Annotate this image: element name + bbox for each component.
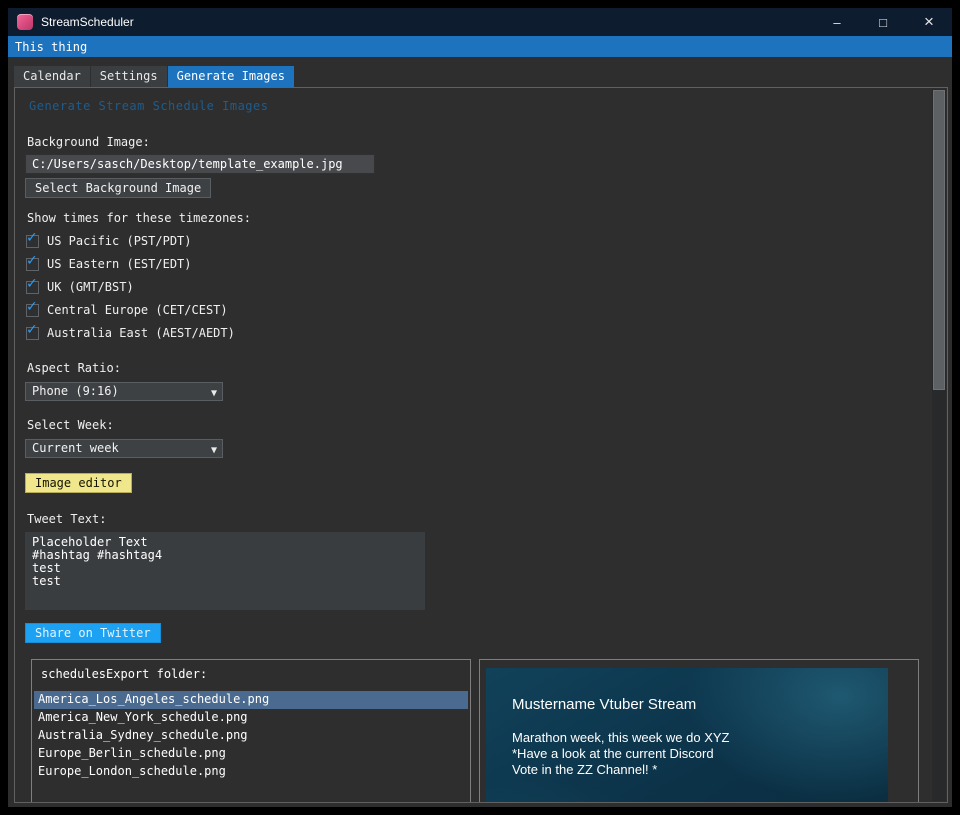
export-folder-label: schedulesExport folder: — [41, 667, 207, 681]
tab-settings[interactable]: Settings — [91, 66, 167, 87]
timezone-option-central-europe[interactable]: ✓ Central Europe (CET/CEST) — [26, 302, 228, 318]
generate-images-panel: Generate Stream Schedule Images Backgrou… — [14, 87, 948, 803]
schedule-preview-image: Mustername Vtuber Stream Marathon week, … — [486, 668, 888, 803]
checkbox-uk[interactable]: ✓ — [26, 281, 39, 294]
tweet-text-label: Tweet Text: — [27, 512, 106, 526]
preview-line: *Have a look at the current Discord — [512, 746, 714, 761]
screenshot-stage: StreamScheduler – □ × This thing Calenda… — [0, 0, 960, 815]
aspect-ratio-label: Aspect Ratio: — [27, 361, 121, 375]
check-icon: ✓ — [26, 299, 38, 315]
app-window: StreamScheduler – □ × This thing Calenda… — [8, 8, 952, 807]
tweet-text-textarea[interactable]: Placeholder Text #hashtag #hashtag4 test… — [25, 532, 425, 610]
minimize-icon: – — [833, 15, 840, 30]
timezone-option-uk[interactable]: ✓ UK (GMT/BST) — [26, 279, 134, 295]
check-icon: ✓ — [26, 276, 38, 292]
aspect-ratio-select[interactable]: Phone (9:16) ▼ — [25, 382, 223, 401]
menu-bar: This thing — [8, 36, 952, 57]
week-select[interactable]: Current week ▼ — [25, 439, 223, 458]
section-heading: Generate Stream Schedule Images — [29, 99, 268, 113]
maximize-button[interactable]: □ — [860, 8, 906, 36]
window-controls: – □ × — [814, 8, 952, 36]
window-title: StreamScheduler — [41, 15, 134, 29]
check-icon: ✓ — [26, 230, 38, 246]
checkbox-label: Australia East (AEST/AEDT) — [47, 326, 235, 340]
tab-bar: Calendar Settings Generate Images — [8, 57, 952, 87]
file-list-item[interactable]: Australia_Sydney_schedule.png — [34, 727, 468, 745]
chevron-down-icon: ▼ — [211, 442, 217, 459]
vertical-scrollbar[interactable] — [932, 89, 946, 801]
preview-line: Marathon week, this week we do XYZ — [512, 730, 730, 745]
app-icon — [17, 14, 33, 30]
timezone-option-us-pacific[interactable]: ✓ US Pacific (PST/PDT) — [26, 233, 192, 249]
timezones-label: Show times for these timezones: — [27, 211, 251, 225]
checkbox-label: UK (GMT/BST) — [47, 280, 134, 294]
checkbox-central-europe[interactable]: ✓ — [26, 304, 39, 317]
export-folder-panel: schedulesExport folder: America_Los_Ange… — [31, 659, 471, 803]
file-list-item[interactable]: Europe_Berlin_schedule.png — [34, 745, 468, 763]
tab-calendar[interactable]: Calendar — [14, 66, 90, 87]
menu-item-this-thing[interactable]: This thing — [8, 36, 94, 57]
checkbox-label: US Pacific (PST/PDT) — [47, 234, 192, 248]
title-bar: StreamScheduler – □ × — [8, 8, 952, 36]
scrollbar-thumb[interactable] — [933, 90, 945, 390]
preview-title: Mustername Vtuber Stream — [512, 696, 696, 713]
preview-line: Vote in the ZZ Channel! * — [512, 762, 657, 777]
background-image-label: Background Image: — [27, 135, 150, 149]
image-editor-button[interactable]: Image editor — [25, 473, 132, 493]
week-value: Current week — [32, 441, 119, 455]
timezone-option-australia-east[interactable]: ✓ Australia East (AEST/AEDT) — [26, 325, 235, 341]
background-image-path-input[interactable]: C:/Users/sasch/Desktop/template_example.… — [25, 154, 375, 174]
checkbox-us-pacific[interactable]: ✓ — [26, 235, 39, 248]
select-week-label: Select Week: — [27, 418, 114, 432]
checkbox-us-eastern[interactable]: ✓ — [26, 258, 39, 271]
maximize-icon: □ — [879, 15, 887, 30]
close-button[interactable]: × — [906, 8, 952, 36]
file-list-item[interactable]: America_Los_Angeles_schedule.png — [34, 691, 468, 709]
checkbox-label: Central Europe (CET/CEST) — [47, 303, 228, 317]
share-on-twitter-button[interactable]: Share on Twitter — [25, 623, 161, 643]
schedule-preview-panel: Mustername Vtuber Stream Marathon week, … — [479, 659, 919, 803]
tab-generate-images[interactable]: Generate Images — [168, 66, 294, 87]
checkbox-australia-east[interactable]: ✓ — [26, 327, 39, 340]
file-list-item[interactable]: Europe_London_schedule.png — [34, 763, 468, 781]
export-file-list: America_Los_Angeles_schedule.png America… — [34, 691, 468, 781]
file-list-item[interactable]: America_New_York_schedule.png — [34, 709, 468, 727]
minimize-button[interactable]: – — [814, 8, 860, 36]
chevron-down-icon: ▼ — [211, 385, 217, 402]
check-icon: ✓ — [26, 253, 38, 269]
checkbox-label: US Eastern (EST/EDT) — [47, 257, 192, 271]
select-background-image-button[interactable]: Select Background Image — [25, 178, 211, 198]
aspect-ratio-value: Phone (9:16) — [32, 384, 119, 398]
check-icon: ✓ — [26, 322, 38, 338]
timezone-option-us-eastern[interactable]: ✓ US Eastern (EST/EDT) — [26, 256, 192, 272]
close-icon: × — [924, 12, 934, 32]
